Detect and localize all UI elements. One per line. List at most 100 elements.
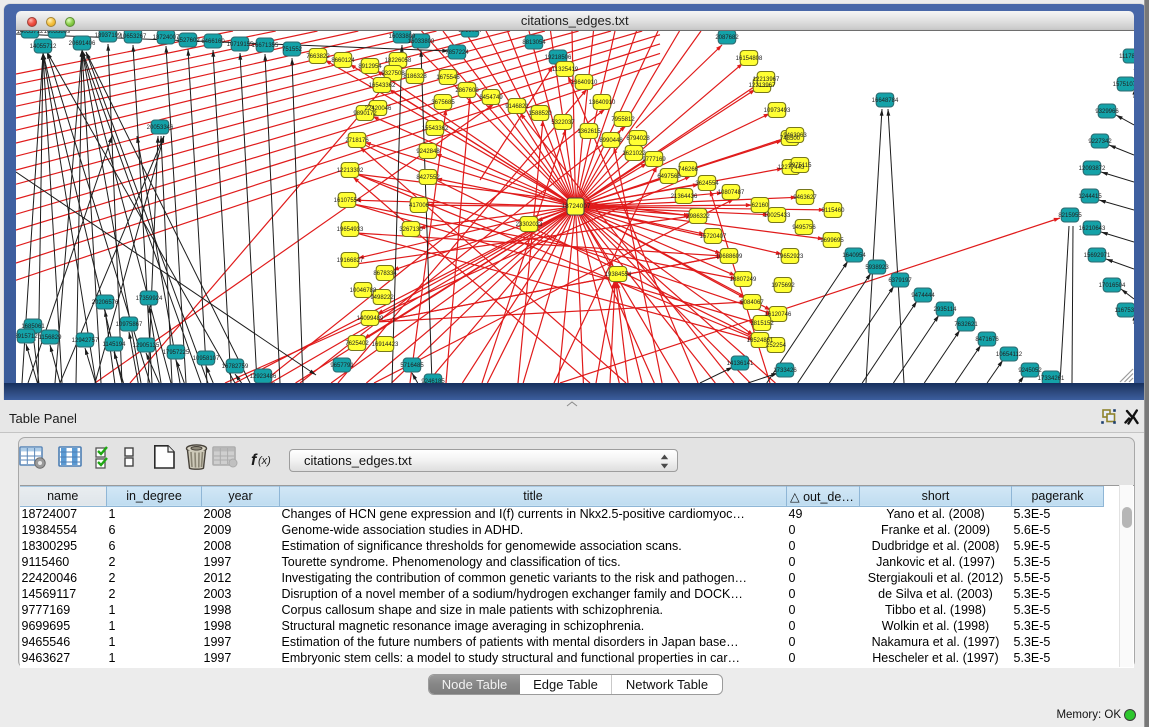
svg-text:2975115: 2975115 <box>788 163 812 169</box>
svg-text:10025433: 10025433 <box>763 213 790 219</box>
svg-text:16782759: 16782759 <box>221 364 248 370</box>
svg-text:62160: 62160 <box>751 203 768 209</box>
svg-text:12213302: 12213302 <box>336 168 363 174</box>
svg-text:16107554: 16107554 <box>333 198 360 204</box>
svg-text:13640910: 13640910 <box>570 80 597 86</box>
svg-text:10975867: 10975867 <box>115 322 142 328</box>
svg-text:14099489: 14099489 <box>356 316 383 322</box>
svg-text:10653267: 10653267 <box>119 34 146 40</box>
svg-text:f: f <box>251 452 258 469</box>
svg-text:17334261: 17334261 <box>1037 376 1064 382</box>
svg-text:16210643: 16210643 <box>1078 226 1105 232</box>
svg-text:16033809: 16033809 <box>43 31 70 35</box>
svg-text:18226058: 18226058 <box>384 58 411 64</box>
svg-text:252254: 252254 <box>765 343 786 349</box>
svg-text:1975692: 1975692 <box>771 283 795 289</box>
svg-text:9227342: 9227342 <box>1088 139 1112 145</box>
svg-text:1675546: 1675546 <box>436 75 460 81</box>
svg-text:5938923: 5938923 <box>865 265 889 271</box>
svg-text:8990448: 8990448 <box>599 138 623 144</box>
svg-text:1588520: 1588520 <box>528 111 552 117</box>
svg-text:14055712: 14055712 <box>16 31 43 35</box>
svg-text:6497568: 6497568 <box>657 174 681 180</box>
svg-text:19652923: 19652923 <box>776 254 803 260</box>
svg-text:9115460: 9115460 <box>821 208 845 214</box>
svg-text:10958107: 10958107 <box>192 356 219 362</box>
svg-text:21364436: 21364436 <box>670 194 697 200</box>
svg-text:9495756: 9495756 <box>792 225 816 231</box>
svg-text:1145194: 1145194 <box>102 342 126 348</box>
svg-text:10046788: 10046788 <box>349 288 376 294</box>
svg-text:15543362: 15543362 <box>421 126 448 132</box>
svg-text:9329966: 9329966 <box>1095 109 1119 115</box>
svg-text:10807487: 10807487 <box>717 190 744 196</box>
svg-text:9245052: 9245052 <box>1018 368 1042 374</box>
svg-text:12213967: 12213967 <box>748 83 775 89</box>
svg-text:9890172: 9890172 <box>353 111 377 117</box>
svg-text:1244415: 1244415 <box>1078 194 1102 200</box>
svg-text:751552: 751552 <box>281 47 302 53</box>
svg-text:12093872: 12093872 <box>1078 166 1105 172</box>
svg-text:7955812: 7955812 <box>611 117 635 123</box>
svg-text:9498222: 9498222 <box>370 295 394 301</box>
svg-text:1362615: 1362615 <box>577 129 601 135</box>
svg-text:15720407: 15720407 <box>699 234 726 240</box>
svg-text:1167533: 1167533 <box>1114 308 1134 314</box>
svg-text:9242848: 9242848 <box>416 149 440 155</box>
svg-text:14055712: 14055712 <box>29 44 56 50</box>
svg-text:7663822: 7663822 <box>306 54 330 60</box>
svg-text:10688609: 10688609 <box>715 254 742 260</box>
svg-text:20691406: 20691406 <box>68 41 95 47</box>
svg-text:7857224: 7857224 <box>445 50 469 56</box>
svg-text:11178492: 11178492 <box>1119 54 1134 60</box>
svg-text:6379197: 6379197 <box>888 278 912 284</box>
svg-text:15751074: 15751074 <box>1112 82 1134 88</box>
svg-text:2718176: 2718176 <box>345 138 369 144</box>
svg-text:16033809: 16033809 <box>407 39 434 45</box>
svg-text:12923486: 12923486 <box>249 374 276 380</box>
svg-text:8912954: 8912954 <box>358 64 382 70</box>
svg-text:16120746: 16120746 <box>764 312 791 318</box>
svg-text:1640954: 1640954 <box>842 253 866 259</box>
svg-text:9146821: 9146821 <box>505 104 529 110</box>
svg-text:3675685: 3675685 <box>431 100 455 106</box>
svg-text:5322037: 5322037 <box>551 120 575 126</box>
svg-text:12905135: 12905135 <box>132 343 159 349</box>
svg-text:9777169: 9777169 <box>642 157 666 163</box>
svg-text:14136141: 14136141 <box>726 361 753 367</box>
svg-text:17957225: 17957225 <box>162 350 189 356</box>
svg-text:7625402: 7625402 <box>345 341 369 347</box>
svg-text:9084067: 9084067 <box>740 300 764 306</box>
svg-text:1815152: 1815152 <box>750 321 774 327</box>
svg-text:19218506: 19218506 <box>544 55 571 61</box>
svg-text:2867608: 2867608 <box>455 88 479 94</box>
svg-text:19166827: 19166827 <box>336 258 363 264</box>
svg-text:18807249: 18807249 <box>729 277 756 283</box>
svg-text:8660124: 8660124 <box>331 58 355 64</box>
svg-text:20053346: 20053346 <box>146 125 173 131</box>
svg-text:9699695: 9699695 <box>820 238 844 244</box>
svg-text:7632621: 7632621 <box>954 322 978 328</box>
svg-text:20206576: 20206576 <box>91 300 118 306</box>
svg-text:8215955: 8215955 <box>1058 213 1082 219</box>
svg-text:9463063: 9463063 <box>783 133 807 139</box>
svg-text:8186328: 8186328 <box>403 74 427 80</box>
svg-text:9463627: 9463627 <box>793 195 817 201</box>
svg-text:417006: 417006 <box>408 203 429 209</box>
svg-text:18724007: 18724007 <box>561 203 590 210</box>
svg-text:1156829: 1156829 <box>38 335 62 341</box>
svg-text:23302033: 23302033 <box>515 222 542 228</box>
svg-text:12213967: 12213967 <box>752 77 779 83</box>
svg-text:10719155: 10719155 <box>226 42 253 48</box>
svg-text:3915712: 3915712 <box>16 334 38 340</box>
svg-text:1733426: 1733426 <box>773 368 797 374</box>
svg-text:17016504: 17016504 <box>1098 283 1125 289</box>
svg-text:13640910: 13640910 <box>588 100 615 106</box>
svg-text:12942757: 12942757 <box>71 338 98 344</box>
svg-text:8813054: 8813054 <box>522 40 546 46</box>
svg-text:2087682: 2087682 <box>715 35 739 41</box>
svg-text:15692971: 15692971 <box>1083 253 1110 259</box>
svg-text:6466160: 6466160 <box>201 39 225 45</box>
svg-text:(x): (x) <box>258 455 271 467</box>
svg-text:8813054: 8813054 <box>458 31 482 34</box>
